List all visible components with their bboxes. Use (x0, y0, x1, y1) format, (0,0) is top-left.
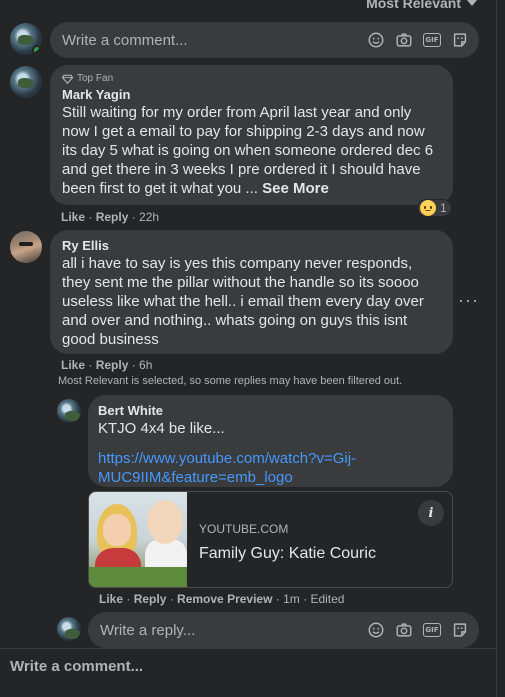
avatar[interactable] (10, 23, 42, 55)
remove-preview-button[interactable]: Remove Preview (177, 592, 272, 606)
comment-time[interactable]: 22h (139, 210, 159, 224)
reply-button[interactable]: Reply (134, 592, 167, 606)
sticker-icon[interactable] (451, 31, 469, 49)
reply-actions: Like · Reply · Remove Preview · 1m · Edi… (99, 592, 345, 606)
reply-placeholder: Write a reply... (100, 621, 196, 639)
comment-input[interactable]: Write a comment... GIF (50, 22, 479, 58)
link-line[interactable]: https://www.youtube.com/watch?v=Gij- (98, 449, 441, 468)
preview-title[interactable]: Family Guy: Katie Couric (199, 545, 376, 563)
video-thumbnail[interactable] (89, 492, 187, 587)
avatar[interactable] (10, 66, 42, 98)
camera-icon[interactable] (395, 621, 413, 639)
gif-icon[interactable]: GIF (423, 31, 441, 49)
comment-author[interactable]: Ry Ellis (62, 238, 441, 253)
comment-bubble: Ry Ellis all i have to say is yes this c… (50, 230, 453, 354)
like-button[interactable]: Like (61, 210, 85, 224)
composer-tools: GIF (367, 31, 469, 49)
comment-author[interactable]: Mark Yagin (62, 87, 441, 102)
online-indicator (72, 632, 81, 641)
reaction-count[interactable]: 1 (417, 199, 452, 217)
avatar[interactable] (57, 399, 81, 423)
sticker-icon[interactable] (451, 621, 469, 639)
online-indicator (72, 414, 81, 423)
reply-input[interactable]: Write a reply... GIF (88, 612, 479, 648)
panel-edge (496, 0, 497, 697)
reply-text: KTJO 4x4 be like... (98, 420, 225, 437)
avatar[interactable] (10, 231, 42, 263)
top-fan-badge: Top Fan (62, 73, 441, 84)
filter-note: Most Relevant is selected, so some repli… (58, 375, 403, 387)
info-icon[interactable]: i (418, 500, 444, 526)
write-comment-link[interactable]: Write a comment... (10, 658, 143, 675)
preview-domain: YOUTUBE.COM (199, 522, 289, 536)
reply-bubble: Bert White KTJO 4x4 be like... https://w… (88, 395, 453, 487)
comment-time[interactable]: 6h (139, 358, 152, 372)
gif-icon[interactable]: GIF (423, 621, 441, 639)
sort-label: Most Relevant (366, 0, 461, 11)
preview-info: YOUTUBE.COM Family Guy: Katie Couric (187, 492, 388, 587)
emoji-icon[interactable] (367, 31, 385, 49)
more-icon[interactable]: ··· (458, 290, 479, 311)
composer-tools: GIF (367, 621, 469, 639)
comment-text: all i have to say is yes this company ne… (62, 255, 424, 348)
sad-reaction-icon (420, 200, 436, 216)
reply-time[interactable]: 1m (283, 592, 300, 606)
reply-button[interactable]: Reply (96, 210, 129, 224)
diamond-icon (62, 74, 73, 84)
sort-dropdown[interactable]: Most Relevant (366, 0, 477, 11)
like-button[interactable]: Like (99, 592, 123, 606)
divider (0, 648, 495, 649)
comment-placeholder: Write a comment... (62, 31, 188, 49)
youtube-link[interactable]: https://www.youtube.com/watch?v=Gij- MUC… (98, 449, 441, 487)
link-line[interactable]: MUC9IIM&feature=emb_logo (98, 468, 441, 487)
online-indicator (32, 45, 42, 55)
comment-text: Still waiting for my order from April la… (62, 103, 441, 198)
see-more-link[interactable]: See More (262, 180, 329, 197)
comment-text-content: Still waiting for my order from April la… (62, 104, 434, 197)
emoji-icon[interactable] (367, 621, 385, 639)
badge-label: Top Fan (77, 73, 114, 84)
reply-author[interactable]: Bert White (98, 403, 441, 418)
link-preview-card[interactable]: YOUTUBE.COM Family Guy: Katie Couric i (88, 491, 453, 588)
comment-actions: Like · Reply · 6h (61, 358, 153, 372)
edited-label: Edited (310, 592, 345, 606)
chevron-down-icon (467, 0, 477, 6)
avatar[interactable] (57, 617, 81, 641)
comment-actions: Like · Reply · 22h (61, 210, 160, 224)
camera-icon[interactable] (395, 31, 413, 49)
reaction-number: 1 (440, 201, 447, 215)
reply-button[interactable]: Reply (96, 358, 129, 372)
comment-bubble: Top Fan Mark Yagin Still waiting for my … (50, 65, 453, 205)
like-button[interactable]: Like (61, 358, 85, 372)
